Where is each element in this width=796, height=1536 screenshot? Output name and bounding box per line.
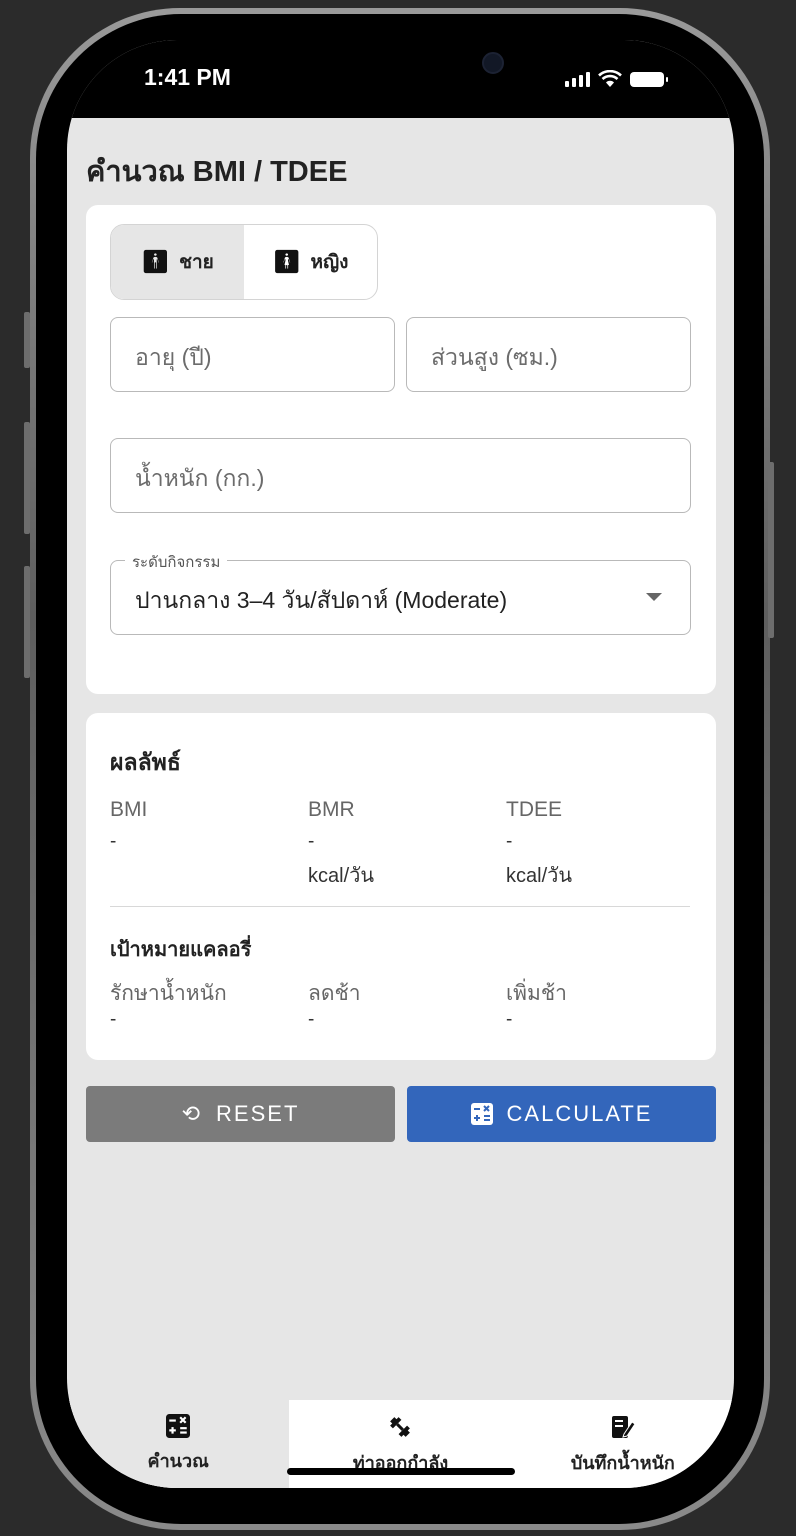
page-title: คำนวณ BMI / TDEE bbox=[86, 156, 348, 188]
weight-placeholder: น้ำหนัก (กก.) bbox=[135, 465, 265, 491]
nav-item-calculate[interactable]: คำนวณ bbox=[67, 1400, 290, 1488]
gender-toggle: 🚹︎ ชาย 🚺︎ หญิง bbox=[110, 224, 378, 300]
metric-value-tdee: - bbox=[506, 831, 513, 852]
age-input[interactable]: อายุ (ปี) bbox=[110, 317, 395, 392]
metric-label-bmi: BMI bbox=[110, 798, 148, 821]
side-button-volume-down bbox=[24, 566, 30, 678]
nav-item-weight-log[interactable]: บันทึกน้ำหนัก bbox=[512, 1400, 734, 1488]
calculate-button[interactable]: CALCULATE bbox=[407, 1086, 716, 1142]
calculator-icon bbox=[470, 1103, 493, 1125]
calculate-button-label: CALCULATE bbox=[506, 1101, 653, 1126]
home-indicator bbox=[287, 1468, 515, 1475]
gender-option-male[interactable]: 🚹︎ ชาย bbox=[111, 225, 244, 299]
female-icon: 🚺︎ bbox=[272, 249, 301, 275]
notch bbox=[260, 40, 542, 102]
dumbbell-icon bbox=[390, 1417, 411, 1437]
gender-option-label: หญิง bbox=[310, 251, 349, 273]
status-bar: 1:41 PM bbox=[67, 40, 734, 118]
gender-option-female[interactable]: 🚺︎ หญิง bbox=[244, 225, 377, 299]
metric-unit-bmr: kcal/วัน bbox=[308, 865, 375, 887]
weight-log-icon bbox=[611, 1416, 635, 1438]
goal-value-slow-loss: - bbox=[308, 1009, 315, 1030]
reset-icon: ⟲ bbox=[181, 1101, 203, 1126]
nav-item-label: บันทึกน้ำหนัก bbox=[570, 1453, 675, 1474]
goal-value-maintain: - bbox=[110, 1009, 117, 1030]
goal-value-slow-gain: - bbox=[506, 1009, 513, 1030]
input-card: 🚹︎ ชาย 🚺︎ หญิง อายุ (ปี) ส่วนสูง (ซม.) น… bbox=[86, 205, 716, 694]
side-button-mute bbox=[24, 312, 30, 368]
metric-unit-tdee: kcal/วัน bbox=[506, 865, 573, 887]
goal-label-maintain: รักษาน้ำหนัก bbox=[110, 982, 227, 1005]
age-placeholder: อายุ (ปี) bbox=[135, 344, 212, 370]
metric-label-tdee: TDEE bbox=[506, 798, 563, 821]
calorie-goal-heading: เป้าหมายแคลอรี่ bbox=[110, 937, 252, 961]
side-button-power bbox=[768, 462, 774, 638]
reset-button-label: RESET bbox=[216, 1101, 300, 1126]
wifi-icon bbox=[598, 70, 622, 87]
height-input[interactable]: ส่วนสูง (ซม.) bbox=[406, 317, 691, 392]
goal-label-slow-gain: เพิ่มช้า bbox=[506, 982, 567, 1005]
status-icons bbox=[565, 70, 668, 88]
male-icon: 🚹︎ bbox=[141, 249, 170, 275]
side-button-volume-up bbox=[24, 422, 30, 534]
activity-level-label: ระดับกิจกรรม bbox=[125, 550, 228, 574]
activity-level-select[interactable]: ระดับกิจกรรม ปานกลาง 3–4 วัน/สัปดาห์ (Mo… bbox=[110, 550, 691, 635]
activity-level-value: ปานกลาง 3–4 วัน/สัปดาห์ (Moderate) bbox=[135, 587, 508, 613]
results-card: ผลลัพธ์ BMI - BMR - kcal/วัน TDEE - kcal… bbox=[86, 713, 716, 1060]
weight-input[interactable]: น้ำหนัก (กก.) bbox=[110, 438, 691, 513]
gender-option-label: ชาย bbox=[179, 251, 214, 273]
camera-icon bbox=[482, 52, 504, 74]
signal-icon bbox=[565, 71, 590, 87]
dropdown-arrow-icon bbox=[646, 593, 662, 601]
nav-item-label: คำนวณ bbox=[147, 1451, 209, 1472]
results-heading: ผลลัพธ์ bbox=[110, 750, 181, 776]
metric-label-bmr: BMR bbox=[308, 798, 355, 821]
reset-button[interactable]: ⟲ RESET bbox=[86, 1086, 395, 1142]
calculator-icon bbox=[166, 1414, 191, 1438]
phone-screen: 1:41 PM คำนวณ BMI / TDEE 🚹︎ ชาย 🚺︎ หญิง … bbox=[67, 40, 734, 1488]
goal-label-slow-loss: ลดช้า bbox=[308, 982, 361, 1005]
status-time: 1:41 PM bbox=[144, 64, 231, 90]
metric-value-bmr: - bbox=[308, 831, 315, 852]
metric-value-bmi: - bbox=[110, 831, 117, 852]
height-placeholder: ส่วนสูง (ซม.) bbox=[431, 344, 558, 370]
battery-icon bbox=[630, 71, 668, 87]
results-divider bbox=[110, 906, 690, 907]
